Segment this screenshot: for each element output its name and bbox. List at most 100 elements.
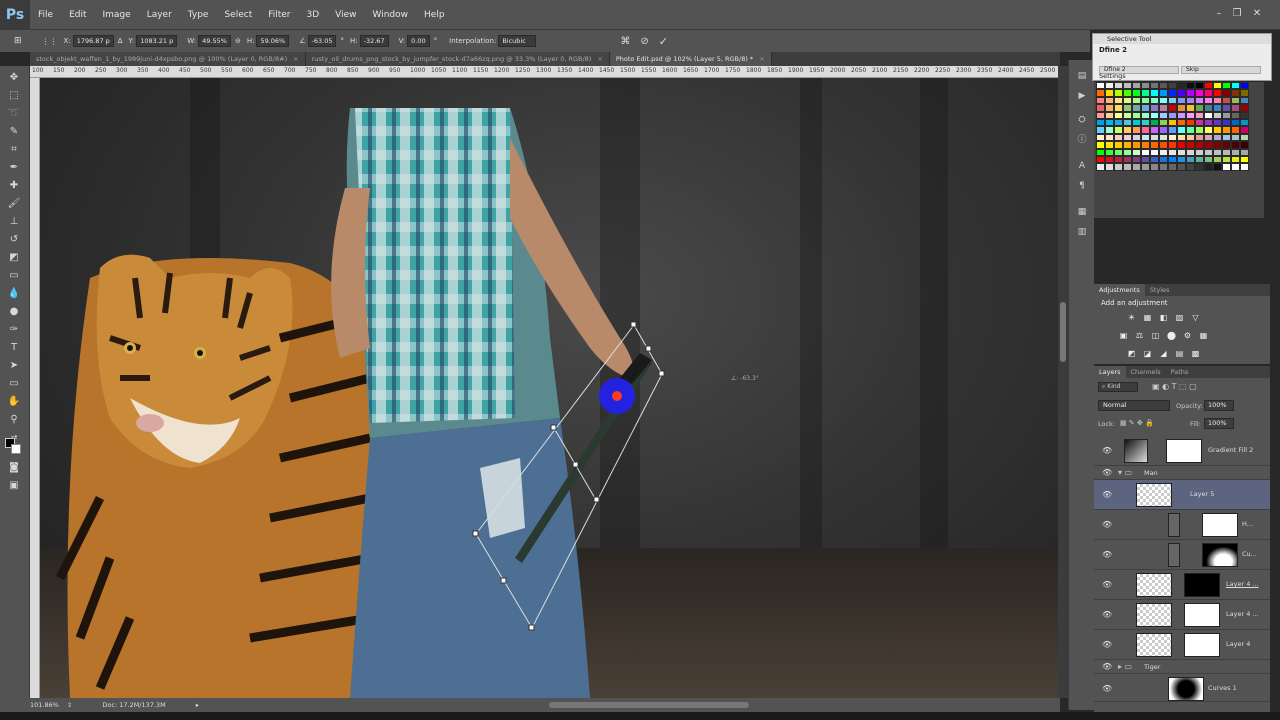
transform-tool-icon[interactable]: ⊞: [14, 36, 22, 46]
color-swatch[interactable]: [1123, 133, 1132, 142]
color-swatch[interactable]: [1159, 155, 1168, 164]
color-swatch[interactable]: [1105, 96, 1114, 105]
posterize-adjustment-icon[interactable]: ◪: [1142, 348, 1153, 359]
color-swatch[interactable]: [1141, 126, 1150, 134]
color-swatch[interactable]: [1204, 155, 1213, 164]
visibility-eye-icon[interactable]: 👁: [1102, 468, 1112, 477]
color-swatch[interactable]: [1204, 163, 1213, 171]
color-swatch[interactable]: [1105, 141, 1114, 149]
color-swatch[interactable]: [1213, 148, 1222, 156]
interpolation-select[interactable]: Bicubic: [498, 35, 537, 47]
color-swatch[interactable]: [1177, 104, 1186, 112]
color-swatch[interactable]: [1177, 89, 1186, 97]
lasso-tool-icon[interactable]: ➰: [7, 108, 21, 120]
color-swatch[interactable]: [1159, 133, 1168, 142]
color-swatch[interactable]: [1213, 141, 1222, 149]
horizontal-scrollbar-thumb[interactable]: [548, 702, 749, 708]
close-tab-icon[interactable]: ×: [597, 55, 602, 63]
color-swatch[interactable]: [1195, 163, 1204, 171]
color-swatch[interactable]: [1123, 82, 1132, 90]
color-swatch[interactable]: [1240, 89, 1249, 97]
color-swatch[interactable]: [1213, 111, 1222, 119]
menu-select[interactable]: Select: [216, 10, 260, 20]
color-swatch[interactable]: [1204, 126, 1213, 134]
selective-color-adjustment-icon[interactable]: ▤: [1174, 348, 1185, 359]
color-swatch[interactable]: [1132, 148, 1141, 156]
group-folder-icon[interactable]: ▸ ▭: [1118, 662, 1132, 671]
color-swatch[interactable]: [1168, 126, 1177, 134]
color-swatch[interactable]: [1141, 148, 1150, 156]
visibility-eye-icon[interactable]: 👁: [1102, 640, 1112, 649]
color-swatch[interactable]: [1114, 89, 1123, 97]
move-tool-icon[interactable]: ✥: [7, 72, 21, 84]
fill-field[interactable]: 100%: [1204, 418, 1234, 429]
color-swatch[interactable]: [1159, 118, 1168, 127]
exposure-adjustment-icon[interactable]: ▨: [1174, 312, 1185, 323]
color-swatch[interactable]: [1114, 141, 1123, 149]
color-swatch[interactable]: [1177, 141, 1186, 149]
crop-tool-icon[interactable]: ⌗: [7, 144, 21, 156]
color-swatch[interactable]: [1141, 133, 1150, 142]
y-field[interactable]: 1083.21 p: [136, 35, 178, 47]
document-canvas[interactable]: ∠: -63.3°: [40, 78, 1058, 698]
menu-help[interactable]: Help: [416, 10, 453, 20]
color-swatch[interactable]: [1159, 104, 1168, 112]
threshold-adjustment-icon[interactable]: ◢: [1158, 348, 1169, 359]
color-swatch[interactable]: [1204, 104, 1213, 112]
color-swatch[interactable]: [1150, 82, 1159, 90]
hand-tool-icon[interactable]: ✋: [7, 396, 21, 408]
tab-adjustments[interactable]: Adjustments: [1094, 284, 1145, 296]
color-swatch[interactable]: [1096, 148, 1105, 156]
color-swatch[interactable]: [1231, 141, 1240, 149]
quick-select-tool-icon[interactable]: ✎: [7, 126, 21, 138]
layer-name[interactable]: Curves 1: [1208, 684, 1237, 692]
color-swatch[interactable]: [1177, 111, 1186, 119]
layer-name[interactable]: Layer 4 ...: [1226, 580, 1259, 588]
color-swatch[interactable]: [1168, 89, 1177, 97]
color-swatch[interactable]: [1240, 141, 1249, 149]
color-swatch[interactable]: [1195, 89, 1204, 97]
color-swatch[interactable]: [1105, 133, 1114, 142]
color-swatch[interactable]: [1231, 148, 1240, 156]
color-swatch[interactable]: [1213, 104, 1222, 112]
shape-tool-icon[interactable]: ▭: [7, 378, 21, 390]
pen-tool-icon[interactable]: ✑: [7, 324, 21, 336]
menu-3d[interactable]: 3D: [299, 10, 328, 20]
color-swatch[interactable]: [1150, 118, 1159, 127]
layer-row-gradient-fill[interactable]: 👁 Gradient Fill 2: [1094, 436, 1270, 466]
visibility-eye-icon[interactable]: 👁: [1102, 610, 1112, 619]
visibility-eye-icon[interactable]: 👁: [1102, 550, 1112, 559]
layer-row-curves-1[interactable]: 👁 Curves 1: [1094, 674, 1270, 702]
menu-type[interactable]: Type: [180, 10, 217, 20]
tab-photo-edit[interactable]: Photo Edit.psd @ 102% (Layer 5, RGB/8) *…: [609, 52, 772, 66]
color-swatch[interactable]: [1213, 82, 1222, 90]
curves-adjustment-icon[interactable]: ◧: [1158, 312, 1169, 323]
color-swatch[interactable]: [1240, 104, 1249, 112]
color-swatch[interactable]: [1177, 82, 1186, 90]
history-brush-icon[interactable]: ↺: [7, 234, 21, 246]
layer-row-layer-4-a[interactable]: 👁 Layer 4 ...: [1094, 570, 1270, 600]
layer-filter-icons[interactable]: ▣ ◐ T ⬚ ▢: [1152, 382, 1197, 391]
color-swatch[interactable]: [1150, 133, 1159, 142]
color-swatch[interactable]: [1231, 96, 1240, 105]
color-swatch[interactable]: [1105, 111, 1114, 119]
color-swatch[interactable]: [1132, 133, 1141, 142]
color-swatch[interactable]: [1240, 163, 1249, 171]
color-swatch[interactable]: [1132, 104, 1141, 112]
color-swatch[interactable]: [1177, 126, 1186, 134]
color-swatch[interactable]: [1114, 126, 1123, 134]
color-swatch[interactable]: [1105, 104, 1114, 112]
color-swatch[interactable]: [1240, 126, 1249, 134]
color-swatch[interactable]: [1240, 155, 1249, 164]
color-swatch[interactable]: [1141, 111, 1150, 119]
color-swatch[interactable]: [1222, 104, 1231, 112]
warp-icon[interactable]: ⌘: [620, 36, 630, 47]
color-swatch[interactable]: [1123, 104, 1132, 112]
restore-button[interactable]: ❐: [1230, 8, 1244, 20]
color-swatch[interactable]: [1222, 163, 1231, 171]
color-swatch[interactable]: [1168, 141, 1177, 149]
color-swatch[interactable]: [1105, 118, 1114, 127]
color-swatch[interactable]: [1159, 163, 1168, 171]
color-swatch[interactable]: [1141, 96, 1150, 105]
color-swatch[interactable]: [1123, 163, 1132, 171]
